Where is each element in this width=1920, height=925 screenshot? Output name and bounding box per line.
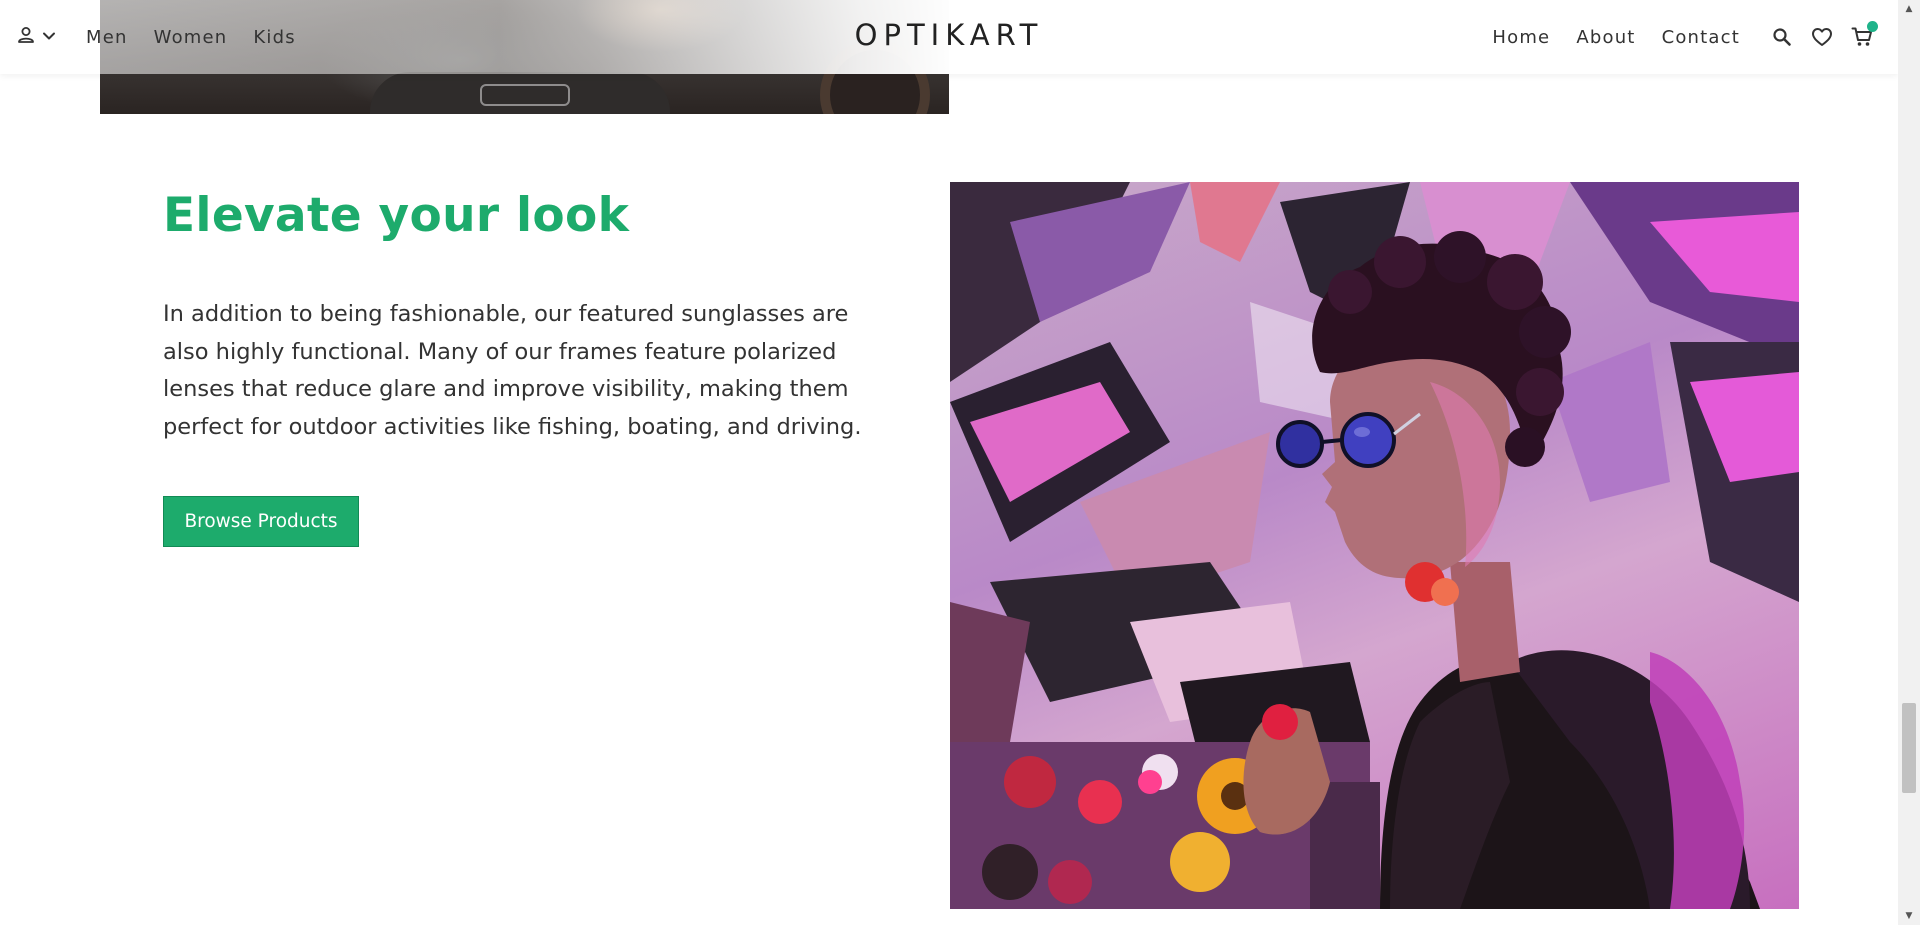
- section-heading: Elevate your look: [163, 188, 630, 243]
- nav-link-kids[interactable]: Kids: [253, 27, 295, 48]
- nav-link-contact[interactable]: Contact: [1662, 27, 1740, 48]
- account-menu[interactable]: [16, 25, 56, 49]
- hero-illustration: [950, 182, 1799, 909]
- site-header: Men Women Kids OPTIKART Home About Conta…: [0, 0, 1898, 74]
- nav-link-women[interactable]: Women: [154, 27, 228, 48]
- scrollbar-thumb[interactable]: [1902, 703, 1916, 793]
- scroll-down-arrow-icon[interactable]: ▼: [1898, 907, 1920, 925]
- nav-left: Men Women Kids: [16, 20, 322, 54]
- nav-link-about[interactable]: About: [1576, 27, 1635, 48]
- heart-icon[interactable]: [1810, 25, 1834, 49]
- nav-link-men[interactable]: Men: [86, 27, 128, 48]
- page-scrollbar[interactable]: ▲ ▼: [1898, 0, 1920, 925]
- account-icon: [16, 25, 36, 49]
- nav-link-home[interactable]: Home: [1492, 27, 1550, 48]
- brand-logo[interactable]: OPTIKART: [855, 18, 1044, 52]
- chevron-down-icon: [42, 28, 56, 47]
- previous-image-shirt-print: [480, 84, 570, 106]
- section-description: In addition to being fashionable, our fe…: [163, 301, 862, 440]
- search-icon[interactable]: [1770, 25, 1794, 49]
- nav-right: Home About Contact: [1466, 20, 1878, 54]
- cart-badge: [1867, 21, 1878, 32]
- cart-icon[interactable]: [1850, 21, 1878, 49]
- header-icons: [1770, 21, 1878, 49]
- browse-products-button[interactable]: Browse Products: [163, 496, 359, 547]
- hero-image: [950, 182, 1799, 909]
- scroll-up-arrow-icon[interactable]: ▲: [1898, 0, 1920, 18]
